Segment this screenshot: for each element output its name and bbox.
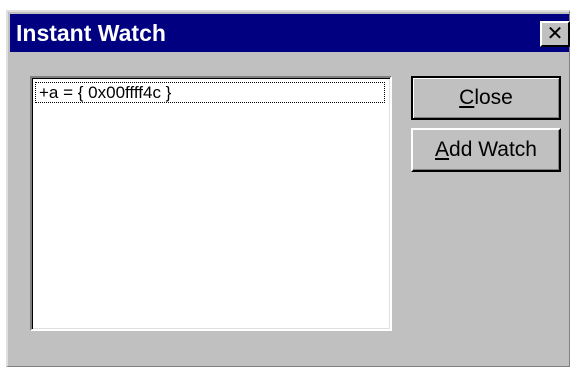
window-title: Instant Watch	[16, 20, 166, 46]
close-button-accelerator: C	[459, 86, 475, 109]
add-watch-button[interactable]: Add Watch	[411, 128, 561, 172]
instant-watch-dialog: Instant Watch ✕ +a = { 0x00ffff4c } Clos…	[6, 10, 570, 367]
add-watch-button-label: dd Watch	[449, 138, 537, 161]
add-watch-button-accelerator: A	[435, 138, 450, 161]
title-bar[interactable]: Instant Watch ✕	[10, 14, 570, 52]
close-icon[interactable]: ✕	[540, 21, 570, 47]
watch-listbox[interactable]: +a = { 0x00ffff4c }	[30, 76, 392, 331]
close-button-label: lose	[474, 86, 513, 109]
close-button[interactable]: Close	[411, 76, 561, 120]
watch-list-item[interactable]: +a = { 0x00ffff4c }	[35, 82, 385, 103]
